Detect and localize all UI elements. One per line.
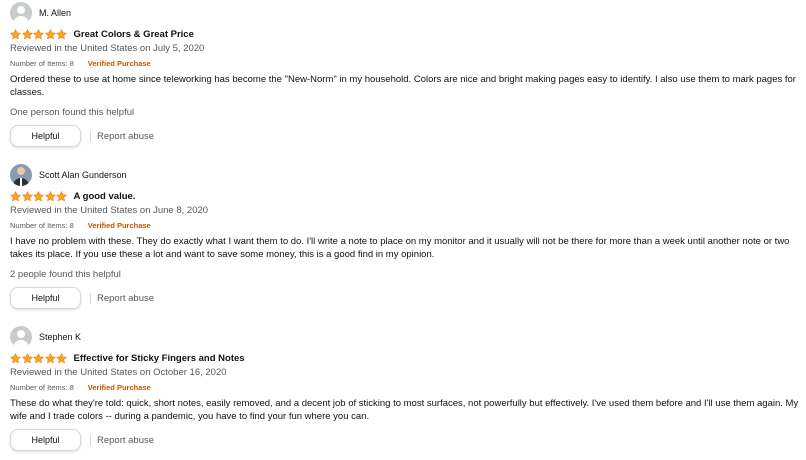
review-card: M. Allen Great Colors & Great Price Revi… [10, 1, 800, 151]
verified-purchase-badge: Verified Purchase [87, 221, 151, 230]
review-date: Reviewed in the United States on July 5,… [10, 43, 205, 54]
verified-purchase-badge: Verified Purchase [87, 59, 151, 68]
star-icon [44, 352, 56, 363]
review-title[interactable]: A good value. [74, 191, 136, 202]
star-rating[interactable] [10, 28, 68, 40]
reviewer-photo-icon [10, 164, 32, 186]
reviewer-profile[interactable]: Scott Alan Gunderson [10, 163, 127, 187]
item-variant: Number of Items: 8 [10, 221, 74, 230]
star-rating[interactable] [10, 190, 68, 202]
review-title[interactable]: Effective for Sticky Fingers and Notes [74, 353, 245, 364]
star-icon [21, 28, 33, 39]
avatar-icon [10, 326, 32, 348]
star-icon [44, 28, 56, 39]
star-icon [21, 352, 33, 363]
reviewer-name: Stephen K [39, 332, 82, 342]
helpful-button[interactable]: Helpful [10, 287, 81, 309]
divider [90, 292, 91, 304]
star-icon [33, 190, 44, 201]
star-icon [10, 190, 21, 201]
star-icon [33, 28, 44, 39]
reviewer-name: Scott Alan Gunderson [39, 170, 127, 180]
review-title[interactable]: Great Colors & Great Price [74, 29, 194, 40]
report-abuse-link[interactable]: Report abuse [97, 293, 154, 304]
star-icon [56, 28, 67, 39]
item-variant: Number of Items: 8 [10, 383, 74, 392]
avatar-icon [10, 2, 32, 24]
reviewer-profile[interactable]: Stephen K [10, 325, 81, 349]
star-icon [10, 352, 21, 363]
reviewer-name: M. Allen [39, 8, 72, 18]
review-text: These do what they're told: quick, short… [10, 398, 799, 422]
star-icon [33, 352, 44, 363]
review-card: Stephen K Effective for Sticky Fingers a… [10, 325, 800, 460]
star-icon [56, 190, 67, 201]
report-abuse-link[interactable]: Report abuse [97, 131, 154, 142]
review-text: Ordered these to use at home since telew… [10, 74, 796, 98]
star-icon [44, 190, 56, 201]
reviewer-profile[interactable]: M. Allen [10, 1, 71, 25]
verified-purchase-badge: Verified Purchase [87, 383, 151, 392]
star-icon [10, 28, 21, 39]
star-rating[interactable] [10, 352, 68, 364]
review-card: Scott Alan Gunderson A good value. Revie… [10, 163, 800, 313]
item-variant: Number of Items: 8 [10, 59, 74, 68]
star-icon [56, 352, 67, 363]
review-date: Reviewed in the United States on October… [10, 367, 227, 378]
review-date: Reviewed in the United States on June 8,… [10, 205, 209, 216]
review-text: I have no problem with these. They do ex… [10, 236, 790, 260]
helpful-button[interactable]: Helpful [10, 429, 81, 451]
report-abuse-link[interactable]: Report abuse [97, 435, 154, 446]
helpful-count: One person found this helpful [10, 107, 135, 118]
star-icon [21, 190, 33, 201]
divider [90, 434, 91, 446]
helpful-count: 2 people found this helpful [10, 269, 121, 280]
helpful-button[interactable]: Helpful [10, 125, 81, 147]
divider [90, 130, 91, 142]
